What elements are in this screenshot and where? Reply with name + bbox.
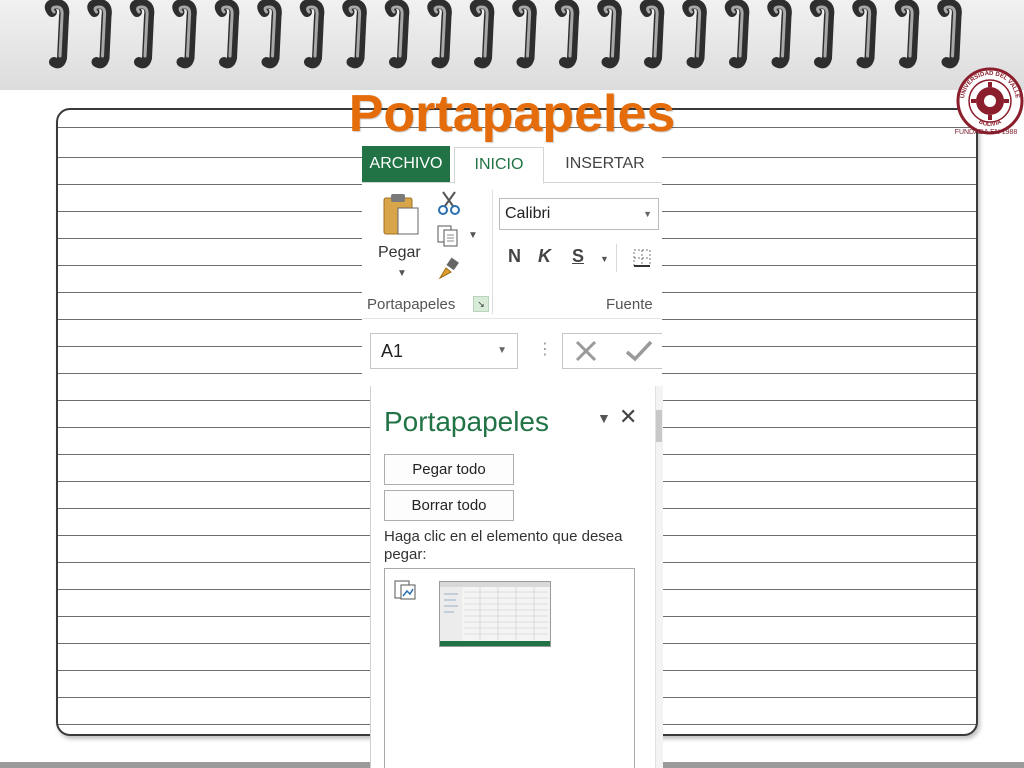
binding-ring (639, 0, 665, 69)
checkmark-icon[interactable] (624, 339, 654, 363)
binding-ring (767, 0, 792, 69)
underline-button[interactable]: S (572, 246, 584, 267)
binding-ring (384, 0, 410, 69)
clipboard-group-label: Portapapeles (367, 296, 456, 313)
paste-button-label[interactable]: Pegar (378, 244, 421, 262)
paste-icon[interactable] (382, 192, 422, 238)
copy-icon[interactable] (436, 224, 462, 248)
ribbon-group-separator (492, 190, 493, 314)
binding-ring (44, 0, 70, 69)
binding-ring (469, 0, 495, 69)
ribbon-tabs: ARCHIVO INICIO INSERTAR (362, 146, 662, 184)
font-dropdown-arrow-icon[interactable]: ▼ (643, 199, 652, 229)
binding-ring (87, 0, 112, 69)
binding-ring (342, 0, 367, 69)
font-name-combobox[interactable]: Calibri ▼ (499, 198, 659, 230)
binding-ring (852, 0, 877, 69)
pane-title: Portapapeles (384, 406, 550, 437)
copy-dropdown-arrow-icon[interactable]: ▼ (468, 230, 478, 241)
spiral-rings (44, 0, 962, 69)
image-item-icon (394, 580, 416, 600)
borders-icon[interactable] (632, 248, 652, 268)
close-icon[interactable]: ✕ (619, 404, 637, 430)
tab-archivo[interactable]: ARCHIVO (362, 146, 450, 182)
name-box[interactable]: A1 ▼ (370, 333, 518, 369)
font-name-value: Calibri (505, 205, 551, 222)
italic-button[interactable]: K (538, 246, 551, 267)
format-painter-icon[interactable] (436, 256, 462, 282)
binding-ring (682, 0, 707, 69)
pane-scrollbar[interactable] (655, 386, 663, 768)
paste-all-button[interactable]: Pegar todo (384, 454, 514, 485)
binding-ring (809, 0, 835, 69)
tab-insertar[interactable]: INSERTAR (557, 147, 653, 181)
binding-ring (427, 0, 452, 69)
pane-scrollbar-thumb[interactable] (656, 410, 662, 442)
binding-ring (554, 0, 580, 69)
paste-dropdown-arrow-icon[interactable]: ▼ (397, 268, 407, 279)
underline-dropdown-arrow-icon[interactable]: ▼ (600, 254, 609, 264)
binding-ring (129, 0, 155, 69)
formula-bar-grip-icon[interactable]: ⋮ (537, 339, 553, 359)
tab-inicio[interactable]: INICIO (454, 147, 544, 184)
name-box-dropdown-arrow-icon[interactable]: ▼ (497, 334, 507, 368)
clipboard-launcher-icon[interactable]: ↘ (473, 296, 489, 312)
binding-ring (257, 0, 282, 69)
scissors-icon[interactable] (436, 190, 462, 216)
clear-all-button[interactable]: Borrar todo (384, 490, 514, 521)
clipboard-item-thumbnail[interactable] (439, 581, 551, 647)
binding-ring (172, 0, 197, 69)
slide-title: Portapapeles (348, 85, 676, 143)
spreadsheet-thumbnail-image (440, 582, 550, 646)
pane-instruction: Haga clic en el elemento que desea pegar… (384, 528, 623, 563)
binding-ring (597, 0, 622, 69)
format-separator (616, 244, 617, 272)
formula-bar: A1 ▼ ⋮ (362, 318, 662, 379)
binding-ring (724, 0, 750, 69)
clipboard-task-pane: Portapapeles ▼ ✕ Pegar todo Borrar todo … (370, 386, 663, 768)
name-box-value: A1 (381, 341, 404, 361)
clipboard-items-list (384, 568, 635, 768)
binding-ring (512, 0, 537, 69)
binding-ring (937, 0, 962, 69)
cancel-icon[interactable] (574, 339, 598, 363)
pane-options-arrow-icon[interactable]: ▼ (597, 410, 611, 426)
binding-ring (894, 0, 920, 69)
binding-ring (299, 0, 325, 69)
bold-button[interactable]: N (508, 246, 521, 267)
font-group-label: Fuente (606, 296, 653, 313)
excel-ribbon: ARCHIVO INICIO INSERTAR Pegar ▼ ▼ Calibr… (362, 146, 662, 318)
binding-ring (214, 0, 240, 69)
logo-caption: FUNDADA EN 1988 (954, 129, 1018, 136)
